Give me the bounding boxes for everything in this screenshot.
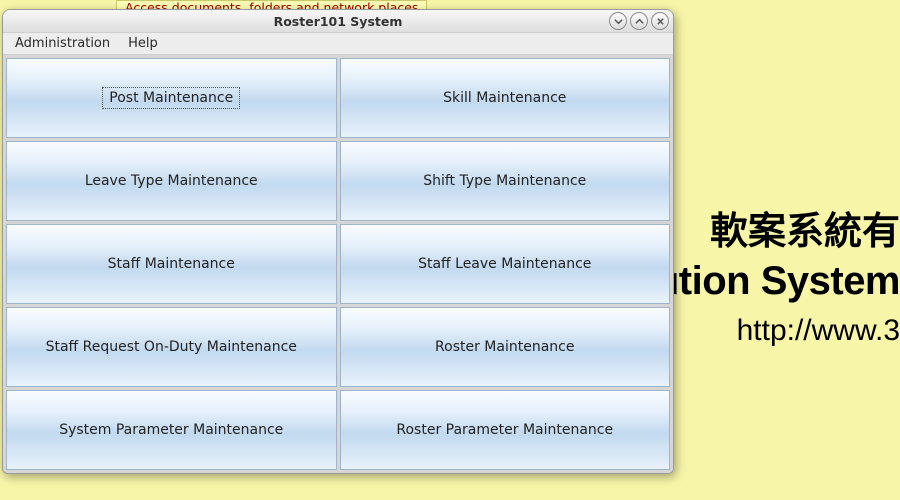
tile-roster-maintenance[interactable]: Roster Maintenance (340, 307, 671, 387)
chevron-up-icon (635, 17, 644, 26)
tile-label: Roster Parameter Maintenance (390, 420, 619, 440)
tile-grid: Post Maintenance Skill Maintenance Leave T… (3, 55, 673, 473)
window-controls (609, 12, 669, 30)
tile-staff-leave-maintenance[interactable]: Staff Leave Maintenance (340, 224, 671, 304)
window-titlebar[interactable]: Roster101 System (3, 10, 673, 33)
tile-label: System Parameter Maintenance (53, 420, 289, 440)
tile-label: Leave Type Maintenance (79, 171, 264, 191)
tile-label: Post Maintenance (102, 87, 240, 109)
tile-roster-parameter-maintenance[interactable]: Roster Parameter Maintenance (340, 390, 671, 470)
tile-label: Staff Maintenance (102, 254, 241, 274)
tile-shift-type-maintenance[interactable]: Shift Type Maintenance (340, 141, 671, 221)
tile-staff-maintenance[interactable]: Staff Maintenance (6, 224, 337, 304)
tile-skill-maintenance[interactable]: Skill Maintenance (340, 58, 671, 138)
app-window: Roster101 System Administration Help Pos… (2, 9, 674, 474)
tile-leave-type-maintenance[interactable]: Leave Type Maintenance (6, 141, 337, 221)
close-button[interactable] (651, 12, 669, 30)
menu-administration[interactable]: Administration (7, 34, 118, 53)
window-title: Roster101 System (3, 14, 673, 29)
close-icon (656, 17, 665, 26)
tile-staff-request-on-duty-maintenance[interactable]: Staff Request On-Duty Maintenance (6, 307, 337, 387)
chevron-down-icon (614, 17, 623, 26)
minimize-button[interactable] (609, 12, 627, 30)
menu-help[interactable]: Help (120, 34, 166, 53)
tile-label: Staff Request On-Duty Maintenance (40, 337, 303, 357)
tile-label: Shift Type Maintenance (417, 171, 592, 191)
menubar: Administration Help (3, 33, 673, 55)
tile-label: Staff Leave Maintenance (412, 254, 597, 274)
maximize-button[interactable] (630, 12, 648, 30)
tile-post-maintenance[interactable]: Post Maintenance (6, 58, 337, 138)
tile-label: Roster Maintenance (429, 337, 580, 357)
tile-label: Skill Maintenance (437, 88, 572, 108)
tile-system-parameter-maintenance[interactable]: System Parameter Maintenance (6, 390, 337, 470)
